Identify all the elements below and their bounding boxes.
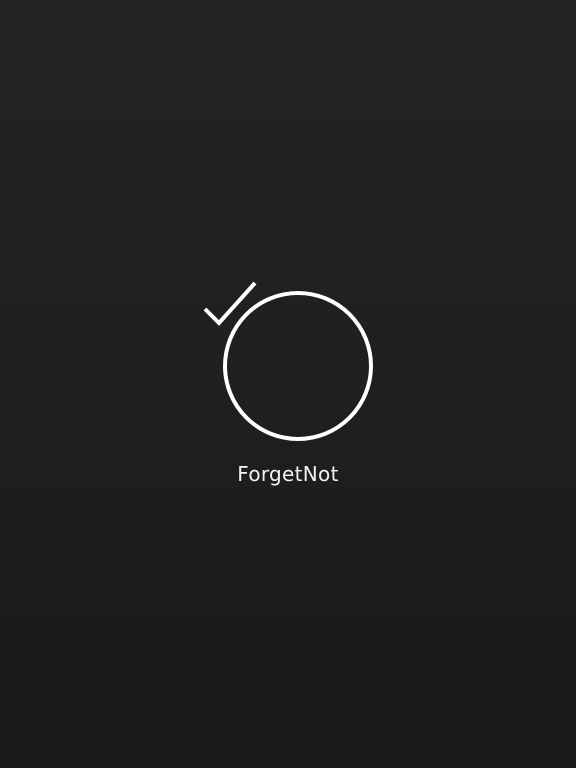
checkmark-circle-icon [203,281,373,441]
splash-screen: ForgetNot [0,0,576,768]
logo-circle [223,291,373,441]
app-name: ForgetNot [237,462,339,486]
logo-checkmark [203,281,257,326]
